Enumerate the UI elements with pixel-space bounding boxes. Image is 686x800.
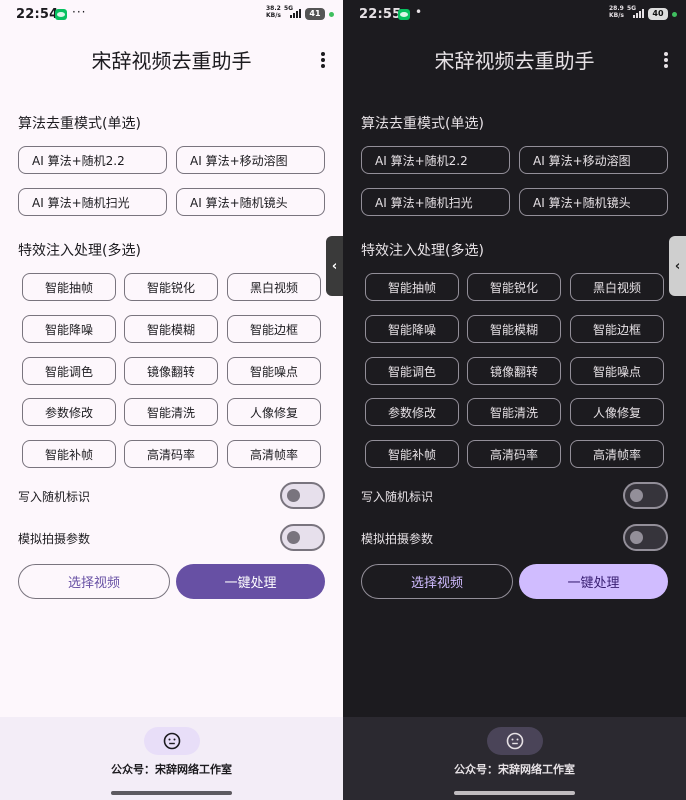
more-vert-icon[interactable] bbox=[316, 50, 330, 70]
face-button[interactable] bbox=[487, 727, 543, 755]
toggle-label-random-mark: 写入随机标识 bbox=[18, 490, 91, 504]
bottom-panel: 公众号：宋辞网络工作室 bbox=[0, 717, 343, 800]
effect-chip[interactable]: 高清码率 bbox=[467, 440, 561, 468]
phone-screen-dark: 22:55 • 28.9 KB/s 5G 40 宋辞视频去重助手 算法去重模式(单… bbox=[343, 0, 686, 800]
more-notifications-icon: ··· bbox=[72, 5, 87, 19]
face-icon bbox=[506, 732, 524, 750]
network-speed: 38.2 KB/s bbox=[266, 5, 281, 19]
effect-chip[interactable]: 智能清洗 bbox=[467, 398, 561, 426]
switch-thumb bbox=[287, 489, 300, 502]
chevron-left-icon[interactable]: ‹ bbox=[669, 236, 686, 296]
effect-chip[interactable]: 高清帧率 bbox=[570, 440, 664, 468]
process-button[interactable]: 一键处理 bbox=[519, 564, 668, 599]
battery-icon: 40 bbox=[648, 8, 668, 20]
effect-chip[interactable]: 参数修改 bbox=[22, 398, 116, 426]
effect-chip[interactable]: 智能补帧 bbox=[365, 440, 459, 468]
toggle-label-random-mark: 写入随机标识 bbox=[361, 490, 434, 504]
bottom-panel: 公众号：宋辞网络工作室 bbox=[343, 717, 686, 800]
toggle-shoot-params[interactable] bbox=[623, 524, 668, 551]
wechat-icon bbox=[398, 9, 410, 20]
footer-text: 公众号：宋辞网络工作室 bbox=[111, 763, 232, 776]
algo-option[interactable]: AI 算法+随机镜头 bbox=[176, 188, 325, 216]
status-bar: 22:55 • 28.9 KB/s 5G 40 bbox=[343, 0, 686, 30]
home-indicator[interactable] bbox=[111, 791, 232, 795]
effect-chip[interactable]: 智能降噪 bbox=[22, 315, 116, 343]
app-title: 宋辞视频去重助手 bbox=[434, 49, 595, 73]
process-button[interactable]: 一键处理 bbox=[176, 564, 325, 599]
effect-chip[interactable]: 黑白视频 bbox=[570, 273, 664, 301]
algo-option[interactable]: AI 算法+随机扫光 bbox=[18, 188, 167, 216]
algo-heading: 算法去重模式(单选) bbox=[361, 116, 484, 132]
face-icon bbox=[163, 732, 181, 750]
algo-option[interactable]: AI 算法+随机镜头 bbox=[519, 188, 668, 216]
screenshot-pair: 22:54 ··· 38.2 KB/s 5G 41 宋辞视频去重助手 算法去重模式… bbox=[0, 0, 686, 800]
algo-option[interactable]: AI 算法+随机扫光 bbox=[361, 188, 510, 216]
footer-text: 公众号：宋辞网络工作室 bbox=[454, 763, 575, 776]
network-speed: 28.9 KB/s bbox=[609, 5, 624, 19]
status-bar: 22:54 ··· 38.2 KB/s 5G 41 bbox=[0, 0, 343, 30]
effect-chip[interactable]: 智能边框 bbox=[227, 315, 321, 343]
status-time: 22:55 bbox=[359, 7, 402, 22]
home-indicator[interactable] bbox=[454, 791, 575, 795]
face-button[interactable] bbox=[144, 727, 200, 755]
switch-thumb bbox=[630, 531, 643, 544]
effect-chip[interactable]: 智能锐化 bbox=[124, 273, 218, 301]
phone-screen-light: 22:54 ··· 38.2 KB/s 5G 41 宋辞视频去重助手 算法去重模式… bbox=[0, 0, 343, 800]
effect-chip[interactable]: 高清码率 bbox=[124, 440, 218, 468]
switch-thumb bbox=[287, 531, 300, 544]
effect-chip[interactable]: 智能补帧 bbox=[22, 440, 116, 468]
algo-option[interactable]: AI 算法+移动溶图 bbox=[519, 146, 668, 174]
effect-chip[interactable]: 黑白视频 bbox=[227, 273, 321, 301]
signal-icon bbox=[633, 9, 647, 18]
effect-chip[interactable]: 智能噪点 bbox=[227, 357, 321, 385]
effect-chip[interactable]: 智能抽帧 bbox=[365, 273, 459, 301]
effect-chip[interactable]: 智能调色 bbox=[365, 357, 459, 385]
effect-chip[interactable]: 镜像翻转 bbox=[467, 357, 561, 385]
effects-heading: 特效注入处理(多选) bbox=[18, 243, 141, 259]
effect-chip[interactable]: 参数修改 bbox=[365, 398, 459, 426]
algo-option[interactable]: AI 算法+移动溶图 bbox=[176, 146, 325, 174]
toggle-random-mark[interactable] bbox=[280, 482, 325, 509]
privacy-dot-icon bbox=[329, 12, 334, 17]
select-video-button[interactable]: 选择视频 bbox=[18, 564, 170, 599]
effect-chip[interactable]: 高清帧率 bbox=[227, 440, 321, 468]
algo-option[interactable]: AI 算法+随机2.2 bbox=[18, 146, 167, 174]
effects-heading: 特效注入处理(多选) bbox=[361, 243, 484, 259]
toggle-label-shoot-params: 模拟拍摄参数 bbox=[18, 532, 91, 546]
effect-chip[interactable]: 智能降噪 bbox=[365, 315, 459, 343]
more-vert-icon[interactable] bbox=[659, 50, 673, 70]
signal-icon bbox=[290, 9, 304, 18]
effect-chip[interactable]: 智能边框 bbox=[570, 315, 664, 343]
effect-chip[interactable]: 智能清洗 bbox=[124, 398, 218, 426]
switch-thumb bbox=[630, 489, 643, 502]
effect-chip[interactable]: 智能调色 bbox=[22, 357, 116, 385]
effect-chip[interactable]: 智能模糊 bbox=[467, 315, 561, 343]
select-video-button[interactable]: 选择视频 bbox=[361, 564, 513, 599]
toggle-random-mark[interactable] bbox=[623, 482, 668, 509]
effect-chip[interactable]: 镜像翻转 bbox=[124, 357, 218, 385]
toggle-shoot-params[interactable] bbox=[280, 524, 325, 551]
algo-heading: 算法去重模式(单选) bbox=[18, 116, 141, 132]
privacy-dot-icon bbox=[672, 12, 677, 17]
effect-chip[interactable]: 智能锐化 bbox=[467, 273, 561, 301]
chevron-left-icon[interactable]: ‹ bbox=[326, 236, 343, 296]
battery-icon: 41 bbox=[305, 8, 325, 20]
effect-chip[interactable]: 人像修复 bbox=[570, 398, 664, 426]
app-title: 宋辞视频去重助手 bbox=[91, 49, 252, 73]
effect-chip[interactable]: 智能抽帧 bbox=[22, 273, 116, 301]
toggle-label-shoot-params: 模拟拍摄参数 bbox=[361, 532, 434, 546]
effect-chip[interactable]: 智能模糊 bbox=[124, 315, 218, 343]
algo-option[interactable]: AI 算法+随机2.2 bbox=[361, 146, 510, 174]
effect-chip[interactable]: 智能噪点 bbox=[570, 357, 664, 385]
status-time: 22:54 bbox=[16, 7, 59, 22]
effect-chip[interactable]: 人像修复 bbox=[227, 398, 321, 426]
notification-dot-icon: • bbox=[415, 5, 424, 19]
wechat-icon bbox=[55, 9, 67, 20]
